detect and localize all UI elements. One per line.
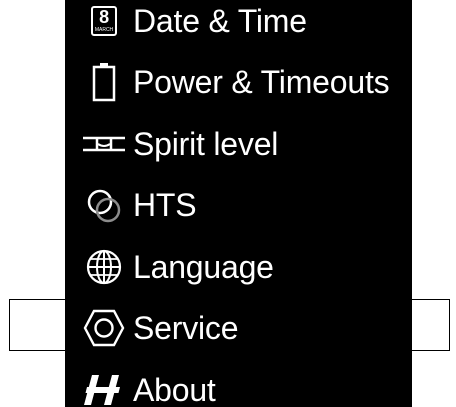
menu-item-label: Spirit level [133,125,279,162]
hex-nut-icon [81,305,127,351]
menu-item-power-timeouts[interactable]: Power & Timeouts [65,52,412,114]
globe-icon [81,244,127,290]
menu-item-date-time[interactable]: 8 MARCH Date & Time [65,0,412,52]
hts-icon [81,182,127,228]
settings-menu-panel: 8 MARCH Date & Time Power & Timeouts Spi… [65,0,412,407]
menu-item-label: About [133,371,216,407]
menu-item-label: HTS [133,187,197,224]
calendar-day: 8 [99,6,109,27]
menu-item-label: Language [133,248,274,285]
menu-item-label: Date & Time [133,2,307,39]
menu-item-hts[interactable]: HTS [65,175,412,237]
calendar-month: MARCH [94,26,114,33]
menu-item-about[interactable]: About [65,359,412,407]
menu-item-label: Power & Timeouts [133,64,390,101]
spirit-level-icon [81,121,127,167]
battery-icon [81,59,127,105]
calendar-icon: 8 MARCH [81,0,127,44]
menu-item-label: Service [133,310,239,347]
menu-item-service[interactable]: Service [65,298,412,360]
menu-item-spirit-level[interactable]: Spirit level [65,113,412,175]
menu-item-language[interactable]: Language [65,236,412,298]
hasselblad-h-icon [81,367,127,407]
settings-menu: 8 MARCH Date & Time Power & Timeouts Spi… [65,0,412,407]
